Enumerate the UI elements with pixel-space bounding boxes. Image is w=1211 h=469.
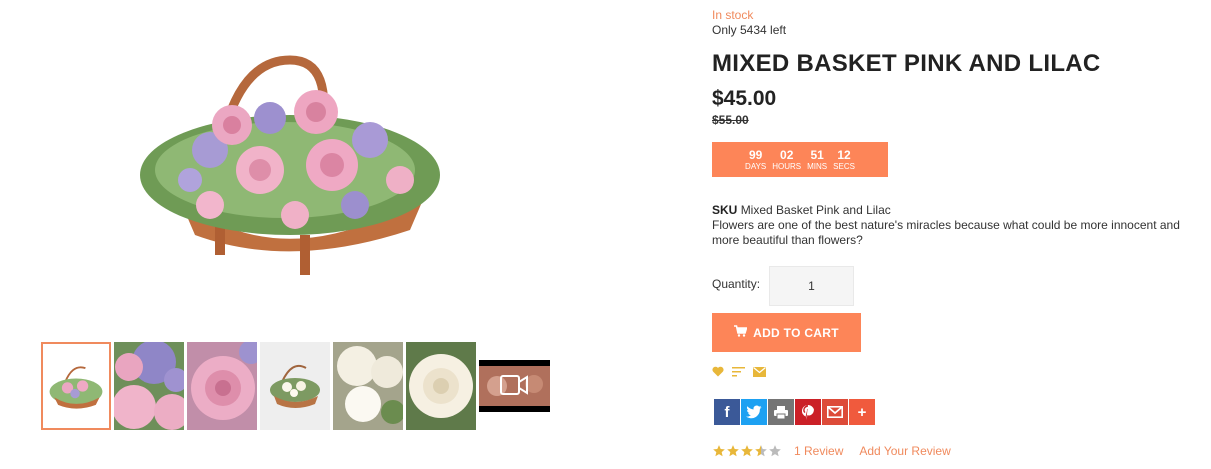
- star-icon: [727, 445, 739, 457]
- thumbnail-strip: [41, 342, 550, 430]
- star-rating: [712, 444, 782, 458]
- share-buttons: f +: [714, 399, 875, 425]
- sku-value: Mixed Basket Pink and Lilac: [740, 203, 891, 217]
- print-icon[interactable]: [768, 399, 794, 425]
- star-icon: [741, 445, 753, 457]
- rating-summary: 1 Review Add Your Review: [712, 444, 951, 458]
- add-to-cart-button[interactable]: ADD TO CART: [712, 313, 861, 352]
- mini-actions: [712, 366, 766, 377]
- sku-line: SKU Mixed Basket Pink and Lilac: [712, 203, 891, 217]
- quantity-label: Quantity:: [712, 277, 761, 291]
- sku-label: SKU: [712, 203, 738, 217]
- countdown-secs-value: 12: [837, 147, 851, 162]
- empty-star-icon: [769, 445, 781, 457]
- product-description: Flowers are one of the best nature's mir…: [712, 218, 1180, 247]
- product-title: MIXED BASKET PINK AND LILAC: [712, 50, 1101, 77]
- twitter-icon[interactable]: [741, 399, 767, 425]
- old-price: $55.00: [712, 113, 749, 127]
- countdown-hours-value: 02: [780, 147, 794, 162]
- quantity-input[interactable]: [769, 266, 854, 306]
- wishlist-heart-icon[interactable]: [712, 366, 724, 377]
- half-star-icon: [755, 445, 767, 457]
- thumbnail-pink-rose-closeup[interactable]: [187, 342, 257, 430]
- facebook-icon[interactable]: f: [714, 399, 740, 425]
- countdown-hours: 02 HOURS: [772, 149, 801, 171]
- pinterest-icon[interactable]: [795, 399, 821, 425]
- reviews-link[interactable]: 1 Review: [794, 444, 843, 458]
- thumbnail-white-flowers[interactable]: [333, 342, 403, 430]
- flower-basket-illustration: [140, 55, 440, 275]
- countdown-days-label: DAYS: [745, 161, 767, 171]
- email-icon[interactable]: [753, 366, 766, 377]
- thumbnail-white-rose[interactable]: [406, 342, 476, 430]
- cart-icon: [734, 325, 748, 340]
- countdown-mins-value: 51: [810, 147, 824, 162]
- add-review-link[interactable]: Add Your Review: [859, 444, 950, 458]
- stock-left-count: Only 5434 left: [712, 23, 787, 37]
- main-product-image[interactable]: [120, 30, 450, 305]
- product-price: $45.00: [712, 87, 777, 110]
- countdown-days: 99 DAYS: [745, 149, 766, 171]
- star-icon: [713, 445, 725, 457]
- countdown-hours-label: HOURS: [772, 161, 802, 171]
- thumbnail-lilac-pink-roses-closeup[interactable]: [114, 342, 184, 430]
- stock-status: In stock: [712, 8, 754, 22]
- thumbnail-white-basket[interactable]: [260, 342, 330, 430]
- thumbnail-basket-pink-lilac[interactable]: [41, 342, 111, 430]
- countdown-secs-label: SECS: [833, 161, 855, 171]
- countdown-days-value: 99: [748, 147, 763, 162]
- countdown-secs: 12 SECS: [833, 149, 855, 171]
- countdown-timer: 99 DAYS 02 HOURS 51 MINS 12 SECS: [712, 142, 888, 177]
- countdown-mins-label: MINS: [807, 161, 828, 171]
- add-to-cart-label: ADD TO CART: [753, 325, 839, 340]
- thumbnail-video[interactable]: [479, 342, 550, 430]
- compare-icon[interactable]: [732, 366, 745, 377]
- more-share-icon[interactable]: +: [849, 399, 875, 425]
- countdown-mins: 51 MINS: [807, 149, 827, 171]
- gmail-icon[interactable]: [822, 399, 848, 425]
